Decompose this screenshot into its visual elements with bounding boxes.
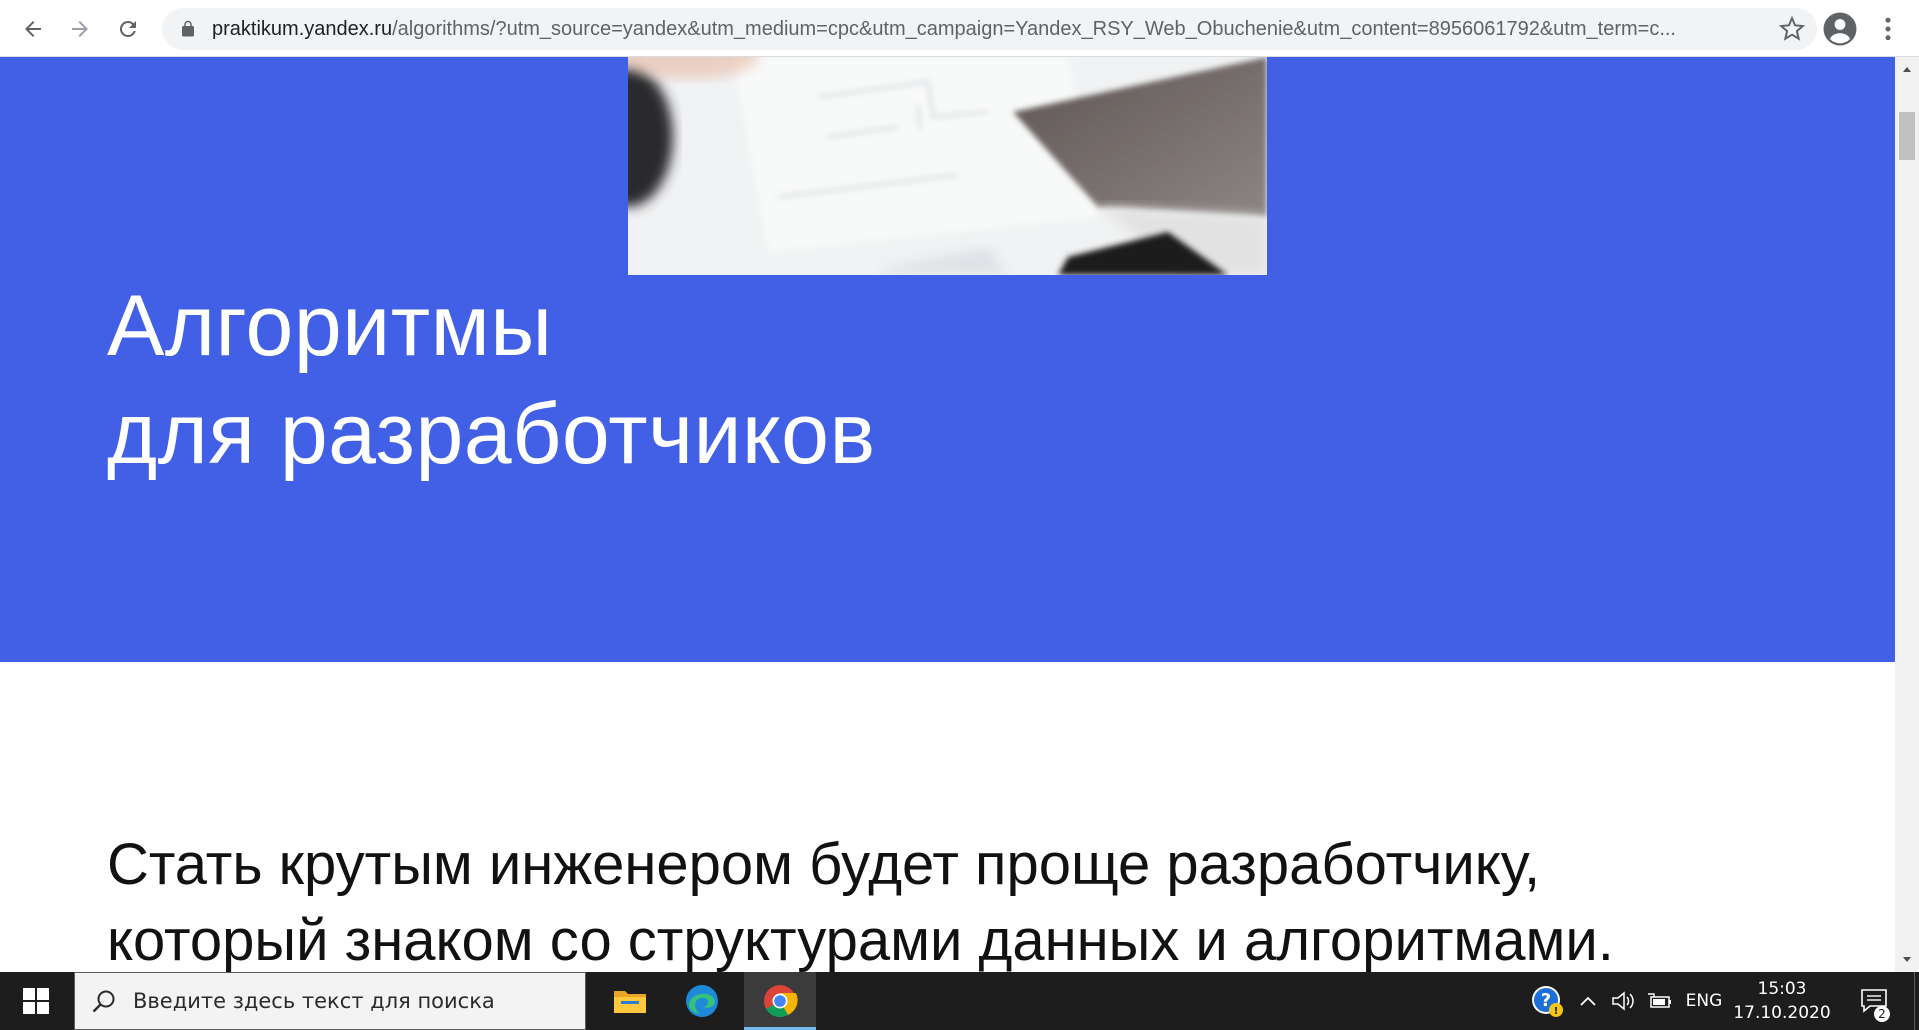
taskbar-file-explorer[interactable] bbox=[594, 972, 666, 1030]
reload-icon bbox=[119, 20, 136, 37]
scroll-thumb[interactable] bbox=[1899, 112, 1915, 160]
start-button[interactable] bbox=[0, 972, 72, 1030]
clock-date: 17.10.2020 bbox=[1733, 1003, 1831, 1023]
reload-button[interactable] bbox=[108, 9, 148, 49]
intro-text: Стать крутым инженером будет проще разра… bbox=[107, 827, 1807, 972]
show-desktop-button[interactable] bbox=[1914, 972, 1919, 1030]
scroll-up-arrow-icon[interactable] bbox=[1895, 59, 1919, 79]
tray-notifications[interactable] bbox=[1854, 972, 1894, 1030]
search-placeholder: Введите здесь текст для поиска bbox=[133, 989, 495, 1013]
title-line-1: Алгоритмы bbox=[107, 278, 553, 374]
windows-logo-icon bbox=[23, 988, 49, 1014]
scroll-down-arrow-icon[interactable] bbox=[1895, 950, 1919, 970]
windows-taskbar: Введите здесь текст для поиска ? ! ENG 1… bbox=[0, 972, 1919, 1030]
hero-photo bbox=[628, 57, 1267, 275]
back-button[interactable] bbox=[13, 9, 53, 49]
star-icon[interactable] bbox=[1779, 16, 1805, 42]
notification-count-badge: 2 bbox=[1874, 1006, 1890, 1022]
browser-toolbar: praktikum.yandex.ru/algorithms/?utm_sour… bbox=[0, 0, 1919, 57]
arrow-left-icon bbox=[25, 21, 41, 37]
hero-section: Алгоритмы для разработчиков bbox=[0, 57, 1895, 662]
search-icon bbox=[92, 990, 115, 1013]
address-bar[interactable]: praktikum.yandex.ru/algorithms/?utm_sour… bbox=[162, 8, 1817, 50]
tray-volume[interactable] bbox=[1609, 972, 1639, 1030]
page-viewport: Алгоритмы для разработчиков Стать крутым… bbox=[0, 57, 1895, 972]
page-scrollbar[interactable] bbox=[1895, 57, 1919, 972]
taskbar-chrome[interactable] bbox=[744, 972, 816, 1030]
tray-clock[interactable]: 15:03 17.10.2020 bbox=[1726, 977, 1838, 1025]
more-vert-icon[interactable] bbox=[1873, 13, 1903, 45]
tray-help[interactable]: ? ! bbox=[1527, 972, 1567, 1030]
intro-line-1: Стать крутым инженером будет проще разра… bbox=[107, 832, 1541, 897]
arrow-right-icon bbox=[72, 21, 88, 37]
account-circle-icon[interactable] bbox=[1822, 11, 1858, 47]
tray-language[interactable]: ENG bbox=[1684, 972, 1724, 1030]
chevron-up-icon bbox=[1580, 996, 1596, 1006]
help-icon: ? ! bbox=[1532, 986, 1563, 1017]
forward-button[interactable] bbox=[60, 9, 100, 49]
url-text: praktikum.yandex.ru/algorithms/?utm_sour… bbox=[212, 8, 1757, 50]
file-explorer-icon bbox=[614, 991, 646, 1013]
intro-line-2: который знаком со структурами данных и а… bbox=[107, 908, 1614, 972]
lock-icon bbox=[182, 20, 194, 37]
svg-text:!: ! bbox=[1554, 1006, 1559, 1017]
chrome-icon bbox=[764, 985, 798, 1018]
taskbar-search[interactable]: Введите здесь текст для поиска bbox=[74, 972, 586, 1030]
clock-time: 15:03 bbox=[1757, 979, 1807, 999]
page-title: Алгоритмы для разработчиков bbox=[107, 272, 876, 488]
hero-photo-image bbox=[628, 57, 1267, 275]
tray-chevron[interactable] bbox=[1575, 972, 1601, 1030]
volume-icon bbox=[1612, 991, 1634, 1011]
tray-battery[interactable] bbox=[1645, 972, 1675, 1030]
battery-plug-icon bbox=[1648, 993, 1671, 1008]
url-path: /algorithms/?utm_source=yandex&utm_mediu… bbox=[392, 18, 1676, 40]
url-host: praktikum.yandex.ru bbox=[212, 18, 393, 40]
taskbar-edge[interactable] bbox=[666, 972, 738, 1030]
edge-icon bbox=[686, 985, 718, 1017]
title-line-2: для разработчиков bbox=[107, 386, 876, 482]
